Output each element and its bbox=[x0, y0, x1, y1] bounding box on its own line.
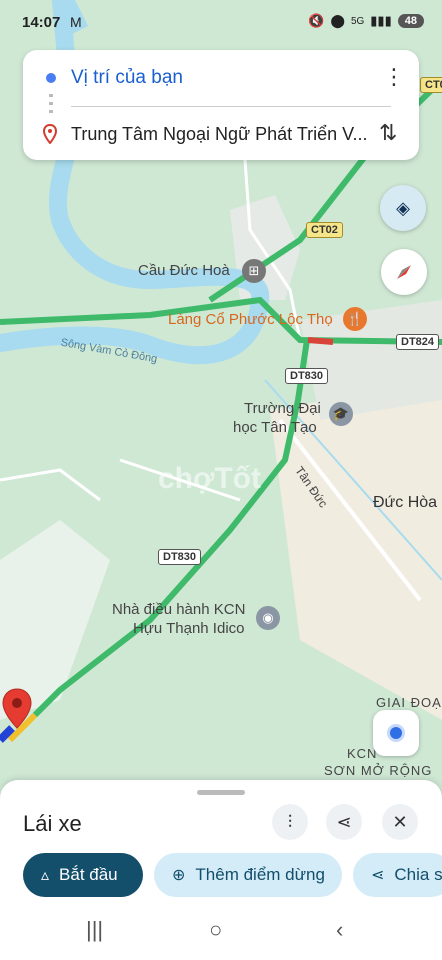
kcn-poi-icon[interactable]: ◉ bbox=[256, 606, 280, 630]
mute-icon: 🔇 bbox=[308, 13, 325, 28]
compass-icon bbox=[397, 265, 411, 279]
add-stop-button[interactable]: ⊕ Thêm điểm dừng bbox=[154, 853, 342, 897]
travel-mode-title: Lái xe bbox=[23, 811, 82, 836]
restaurant-poi-icon[interactable]: 🍴 bbox=[343, 307, 367, 331]
watermark: chợTốt bbox=[158, 462, 261, 495]
map-label-restaurant[interactable]: Làng Cổ Phước Lộc Thọ bbox=[168, 311, 333, 328]
recents-icon[interactable]: ||| bbox=[86, 917, 103, 943]
navigation-arrow-icon: ▵ bbox=[41, 867, 50, 884]
status-bar: 14:07 M 🔇 ⬤ 5G ▮▮▮ 48 bbox=[0, 0, 442, 44]
road-shield-ct02: CT02 bbox=[306, 222, 343, 238]
add-stop-label: Thêm điểm dừng bbox=[195, 865, 325, 884]
close-button[interactable]: ✕ bbox=[382, 804, 418, 840]
back-icon[interactable]: ‹ bbox=[336, 917, 343, 943]
gmail-icon: M bbox=[70, 14, 82, 30]
map-label-kcn-line1[interactable]: Nhà điều hành KCN bbox=[112, 601, 245, 618]
route-card: Vị trí của bạn Trung Tâm Ngoại Ngữ Phát … bbox=[23, 50, 419, 160]
origin-dot-icon bbox=[46, 73, 56, 83]
compass-button[interactable] bbox=[381, 249, 427, 295]
university-poi-icon[interactable]: 🎓 bbox=[329, 402, 353, 426]
map-label-district[interactable]: Đức Hòa bbox=[373, 494, 437, 512]
route-dots-icon bbox=[49, 94, 53, 118]
signal-icon: ▮▮▮ bbox=[370, 13, 392, 28]
add-stop-icon: ⊕ bbox=[172, 867, 186, 884]
close-icon: ✕ bbox=[392, 811, 408, 832]
route-divider bbox=[71, 106, 391, 107]
share-icon: ⋖ bbox=[336, 811, 352, 832]
battery-indicator: 48 bbox=[397, 14, 424, 28]
my-location-icon bbox=[390, 727, 402, 739]
share-chip-label: Chia s bbox=[394, 865, 442, 884]
origin-field[interactable]: Vị trí của bạn bbox=[71, 67, 183, 89]
status-time: 14:07 bbox=[22, 14, 61, 31]
system-nav-bar: ||| ○ ‹ bbox=[0, 905, 442, 960]
share-chip-icon: ⋖ bbox=[371, 867, 385, 884]
map-label-university-line2[interactable]: học Tân Tạo bbox=[233, 419, 317, 436]
share-route-button[interactable]: ⋖ bbox=[326, 804, 362, 840]
road-shield-dt830-upper: DT830 bbox=[285, 368, 329, 384]
my-location-button[interactable] bbox=[373, 710, 419, 756]
share-chip-button[interactable]: ⋖ Chia s bbox=[353, 853, 442, 897]
bridge-poi-icon[interactable]: ⊞ bbox=[242, 259, 266, 283]
swap-route-icon[interactable]: ⇅ bbox=[379, 120, 397, 146]
road-shield-ct0-edge: CT0 bbox=[420, 77, 442, 93]
layers-icon: ◈ bbox=[396, 197, 410, 218]
sliders-icon: ⫶ bbox=[287, 811, 293, 832]
sheet-drag-handle[interactable] bbox=[197, 790, 245, 795]
location-icon: ⬤ bbox=[330, 13, 345, 28]
start-label: Bắt đầu bbox=[59, 865, 118, 884]
map-label-bridge[interactable]: Cầu Đức Hoà bbox=[138, 262, 230, 279]
destination-field[interactable]: Trung Tâm Ngoại Ngữ Phát Triển V... bbox=[71, 124, 368, 145]
more-options-icon[interactable]: ⋮ bbox=[383, 66, 405, 88]
start-button[interactable]: ▵ Bắt đầu bbox=[23, 853, 143, 897]
map-label-kcn-line2[interactable]: Hựu Thạnh Idico bbox=[133, 620, 245, 637]
map-label-kcn-ext-line2: SƠN MỞ RỘNG bbox=[324, 763, 433, 778]
map-label-university-line1[interactable]: Trường Đại bbox=[244, 400, 321, 417]
location-pin-icon[interactable] bbox=[2, 688, 32, 737]
road-shield-dt830-lower: DT830 bbox=[158, 549, 202, 565]
home-icon[interactable]: ○ bbox=[209, 917, 222, 943]
destination-pin-icon bbox=[42, 123, 58, 149]
layers-button[interactable]: ◈ bbox=[380, 185, 426, 231]
network-label: 5G bbox=[350, 15, 365, 27]
road-shield-dt824: DT824 bbox=[396, 334, 440, 350]
map-label-giai-doan: GIAI ĐOẠ bbox=[376, 695, 442, 710]
route-options-button[interactable]: ⫶ bbox=[272, 804, 308, 840]
